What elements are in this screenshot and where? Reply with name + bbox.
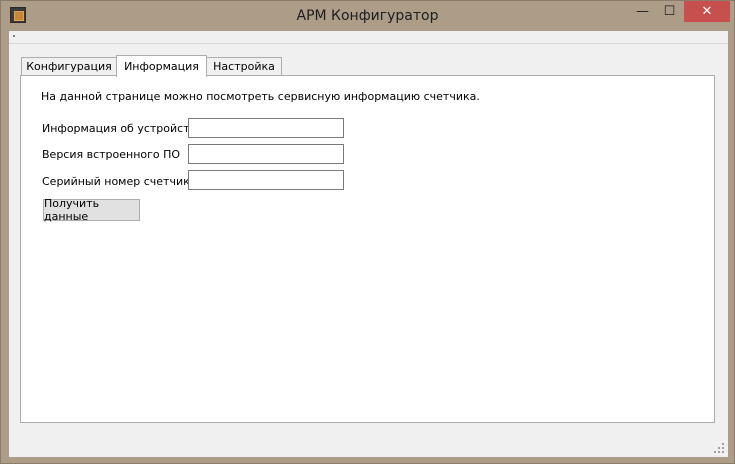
tab-settings[interactable]: Настройка (206, 57, 282, 75)
client-area: Конфигурация Информация Настройка На дан… (9, 31, 728, 457)
tab-information[interactable]: Информация (116, 55, 207, 77)
maximize-icon: ☐ (663, 4, 676, 19)
firmware-version-field[interactable] (188, 144, 344, 164)
window-title: АРМ Конфигуратор (296, 8, 439, 24)
close-icon: ✕ (701, 4, 713, 19)
app-window: АРМ Конфигуратор — ☐ ✕ Конфигурация Инфо… (0, 0, 735, 464)
minimize-icon: — (636, 4, 649, 19)
page-description: На данной странице можно посмотреть серв… (41, 90, 480, 103)
close-button[interactable]: ✕ (684, 1, 730, 22)
menu-grip-icon (13, 35, 15, 37)
menu-bar[interactable] (9, 31, 728, 44)
get-data-button[interactable]: Получить данные (43, 197, 140, 223)
minimize-button[interactable]: — (629, 1, 656, 22)
device-info-label: Информация об устройстве (42, 122, 203, 135)
firmware-version-label: Версия встроенного ПО (42, 148, 181, 161)
maximize-button[interactable]: ☐ (656, 1, 683, 22)
information-panel: На данной странице можно посмотреть серв… (20, 75, 715, 423)
tab-configuration[interactable]: Конфигурация (21, 57, 117, 75)
title-bar[interactable]: АРМ Конфигуратор — ☐ ✕ (1, 1, 734, 31)
device-info-field[interactable] (188, 118, 344, 138)
resize-grip-icon[interactable] (714, 443, 724, 453)
serial-number-label: Серийный номер счетчика (42, 175, 197, 188)
serial-number-field[interactable] (188, 170, 344, 190)
